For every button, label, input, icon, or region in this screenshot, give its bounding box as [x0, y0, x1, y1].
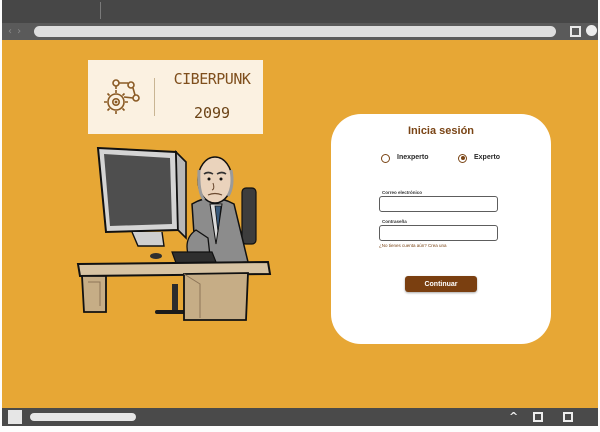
page-content: CIBERPUNK 2099 Inicia sesión Inexperto E…	[2, 40, 598, 408]
login-card: Inicia sesión Inexperto Experto Correo e…	[331, 114, 551, 344]
browser-toolbar: ‹ ›	[2, 23, 598, 40]
start-button-icon[interactable]	[8, 410, 22, 424]
computer-monitor	[96, 146, 187, 247]
taskbar: ^	[2, 408, 598, 426]
continue-button[interactable]: Continuar	[405, 276, 477, 292]
radio-option-inexperto[interactable]: Inexperto	[381, 152, 429, 164]
mouse-icon	[150, 253, 162, 259]
login-title: Inicia sesión	[407, 125, 475, 137]
radio-label: Inexperto	[397, 154, 429, 161]
password-label: Contraseña	[382, 219, 407, 224]
radio-unchecked-icon[interactable]	[381, 153, 390, 163]
desktop-icon[interactable]	[563, 412, 573, 422]
password-field[interactable]	[379, 225, 498, 241]
signup-link[interactable]: ¿No tienes cuenta aún? Crea una	[379, 243, 447, 248]
email-label: Correo electrónico	[382, 190, 423, 195]
man-at-computer-illustration	[76, 146, 272, 321]
radio-label: Experto	[474, 154, 501, 161]
brand-logo: CIBERPUNK 2099	[88, 60, 263, 134]
tab-divider	[100, 2, 101, 19]
address-bar[interactable]	[34, 26, 556, 37]
task-view-icon[interactable]	[533, 412, 543, 422]
logo-divider	[154, 78, 155, 116]
email-field[interactable]	[379, 196, 498, 212]
profile-circle-icon[interactable]	[586, 25, 597, 36]
back-forward-icon[interactable]: ‹ ›	[8, 23, 22, 40]
logo-year: 2099	[193, 104, 231, 122]
network-gear-icon	[104, 79, 140, 114]
keyboard-icon	[171, 251, 217, 264]
logo-title: CIBERPUNK	[173, 70, 251, 88]
chevron-up-icon[interactable]: ^	[509, 408, 518, 426]
radio-option-experto[interactable]: Experto	[458, 152, 500, 164]
browser-tab-bar	[2, 0, 598, 23]
taskbar-search[interactable]	[30, 413, 136, 421]
man-figure	[185, 156, 249, 265]
window-square-icon[interactable]	[570, 26, 581, 37]
radio-checked-icon[interactable]	[458, 153, 467, 163]
